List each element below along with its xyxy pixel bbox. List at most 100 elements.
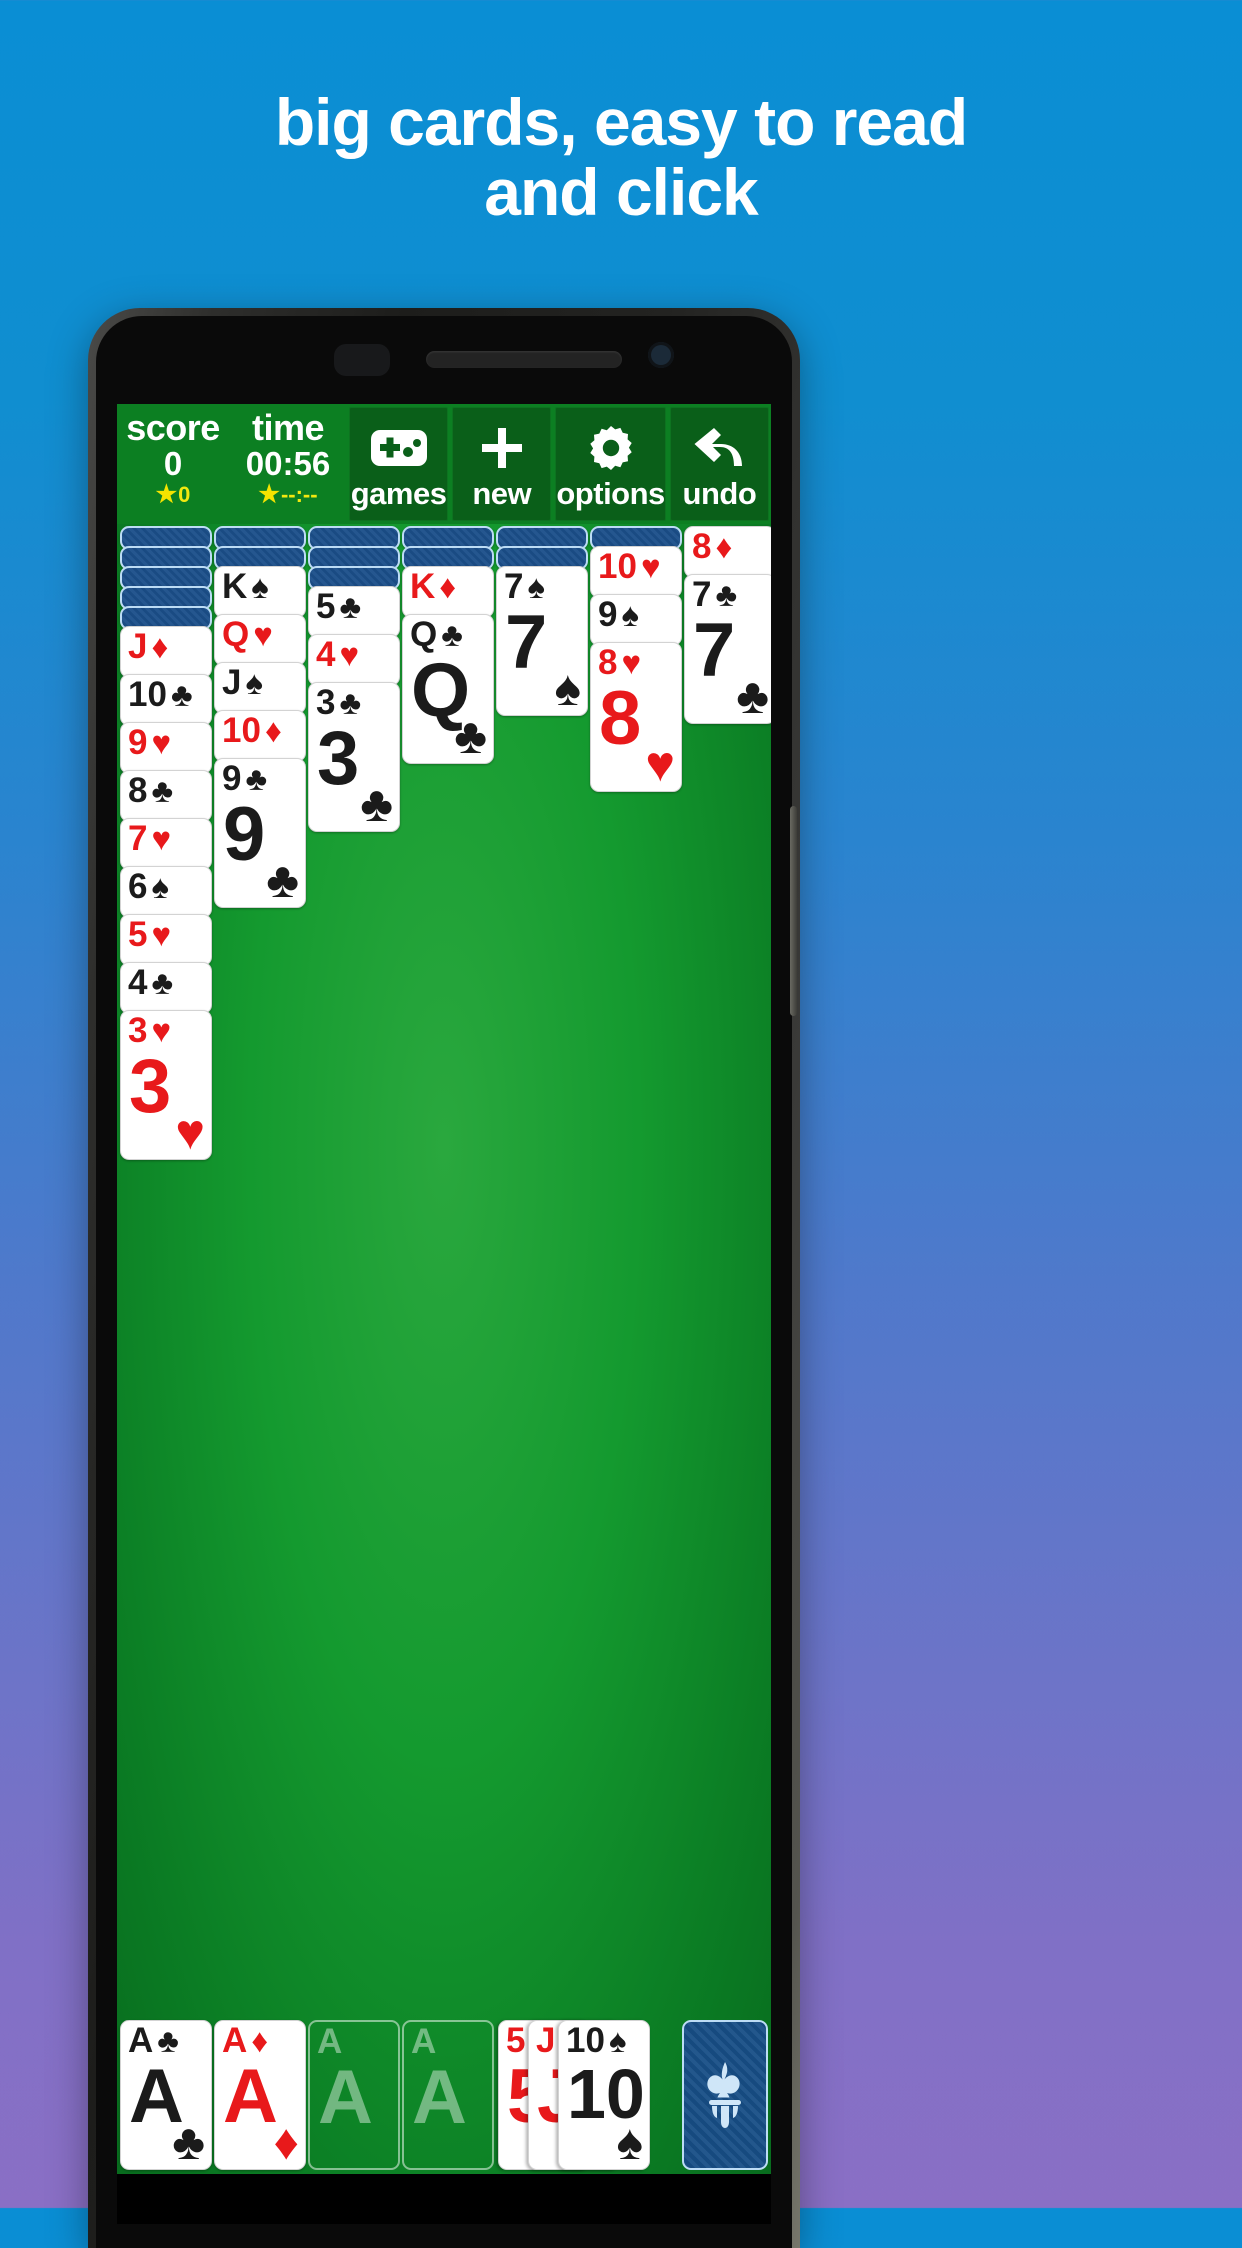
tableau-column-2[interactable]: K ♠ Q ♥ J ♠ 10 ♦ 9 ♣ 9 ♣ (214, 526, 306, 1160)
card-rank: 3 (316, 683, 336, 722)
tableau-column-6[interactable]: 10 ♥ 9 ♠ 8 ♥ 8 ♥ (590, 526, 682, 1160)
tableau-column-5[interactable]: 7 ♠ 7 ♠ (496, 526, 588, 1160)
card-large-rank: 7 (693, 608, 736, 693)
card-corner-index: 3 ♣ (316, 685, 361, 720)
new-button-label: new (472, 475, 532, 511)
card-suit-icon: ♦ (439, 568, 457, 605)
options-button[interactable]: options (555, 407, 666, 521)
tableau-column-1[interactable]: J ♦ 10 ♣ 9 ♥ 8 ♣ 7 ♥ 6 ♠ 5 ♥ 4 ♣ 3 ♥ 3 ♥ (120, 526, 212, 1160)
score-label: score (126, 407, 220, 448)
tableau-card[interactable]: 10 ♦ (214, 710, 306, 762)
tableau-card[interactable]: 3 ♣ 3 ♣ (308, 682, 400, 832)
card-suit-icon: ♥ (151, 724, 172, 761)
card-corner-index: K ♦ (410, 569, 456, 604)
time-value: 00:56 (245, 445, 331, 482)
card-rank: 8 (598, 643, 618, 682)
card-rank: Q (222, 615, 250, 654)
card-corner-index: 7 ♠ (504, 569, 545, 604)
front-camera-icon (648, 342, 674, 368)
card-large-suit-icon: ♣ (736, 668, 769, 724)
waste-pile[interactable]: 55JJ10♠10♠ (498, 2020, 674, 2170)
fleur-de-lis-icon (707, 2062, 741, 2128)
card-suit-icon: ♣ (339, 684, 362, 721)
tableau-card[interactable]: Q ♣ Q ♣ (402, 614, 494, 764)
tableau-card[interactable]: 8 ♣ (120, 770, 212, 822)
tableau-card[interactable]: 10 ♥ (590, 546, 682, 598)
tableau: J ♦ 10 ♣ 9 ♥ 8 ♣ 7 ♥ 6 ♠ 5 ♥ 4 ♣ 3 ♥ 3 ♥ K ♠ Q ♥ J ♠ 10 ♦ 9 ♣ 9 ♣ 5 ♣ 4 ♥ 3 ♣… (117, 524, 771, 1160)
card-suit-icon: ♦ (264, 712, 282, 749)
new-button[interactable]: new (452, 407, 552, 521)
card-corner-index: 7 ♥ (128, 821, 171, 856)
card-suit-icon: ♥ (621, 644, 642, 681)
undo-button[interactable]: undo (669, 407, 769, 521)
tableau-card[interactable]: 9 ♣ 9 ♣ (214, 758, 306, 908)
tableau-card[interactable]: 5 ♥ (120, 914, 212, 966)
waste-card[interactable]: 10 ♠ 10 ♠ (558, 2020, 650, 2170)
card-rank: Q (410, 615, 438, 654)
tableau-card[interactable]: 4 ♥ (308, 634, 400, 686)
tableau-column-4[interactable]: K ♦ Q ♣ Q ♣ (402, 526, 494, 1160)
game-screen: score 0 ★ 0 time 00:56 ★ --:-- games new… (117, 404, 771, 2174)
tableau-card[interactable]: 6 ♠ (120, 866, 212, 918)
card-large-suit-icon: ♣ (172, 2114, 205, 2170)
tableau-card[interactable]: 7 ♠ 7 ♠ (496, 566, 588, 716)
card-suit-icon: ♥ (151, 820, 172, 857)
card-suit-icon: ♣ (245, 760, 268, 797)
time-best-value: --:-- (280, 481, 318, 507)
score-best-value: 0 (178, 481, 191, 507)
stock-pile[interactable] (681, 2020, 768, 2170)
star-icon: ★ (258, 480, 280, 508)
card-suit-icon: ♣ (151, 964, 174, 1001)
foundation-placeholder-rank: A (318, 2055, 373, 2140)
card-corner-index: A ♦ (222, 2023, 268, 2058)
card-corner-index: J ♦ (128, 629, 168, 664)
card-corner-index: 3 ♥ (128, 1013, 171, 1048)
tableau-card[interactable]: 7 ♥ (120, 818, 212, 870)
game-toolbar: score 0 ★ 0 time 00:56 ★ --:-- games new… (117, 404, 771, 524)
foundation-slot-1[interactable]: A ♣ A ♣ (120, 2020, 212, 2170)
card-suit-icon: ♠ (151, 868, 169, 905)
tableau-card[interactable]: 10 ♣ (120, 674, 212, 726)
card-rank: 4 (316, 635, 336, 674)
card-rank: 10 (128, 675, 167, 714)
card-corner-index: 9 ♣ (222, 761, 267, 796)
tableau-card[interactable]: 5 ♣ (308, 586, 400, 638)
foundation-placeholder-index: A (317, 2022, 343, 2061)
foundation-slot-2[interactable]: A ♦ A ♦ (214, 2020, 306, 2170)
games-button[interactable]: games (349, 407, 449, 521)
tableau-card[interactable]: J ♠ (214, 662, 306, 714)
tableau-card[interactable]: 7 ♣ 7 ♣ (684, 574, 771, 724)
tableau-card[interactable]: 8 ♥ 8 ♥ (590, 642, 682, 792)
card-rank: K (410, 567, 436, 606)
card-suit-icon: ♣ (339, 588, 362, 625)
card-corner-index: 10 ♦ (222, 713, 282, 748)
card-rank: 7 (504, 567, 524, 606)
time-display: time 00:56 ★ --:-- (229, 404, 347, 524)
time-best: ★ --:-- (258, 480, 318, 508)
tableau-card[interactable]: 3 ♥ 3 ♥ (120, 1010, 212, 1160)
tableau-card[interactable]: 4 ♣ (120, 962, 212, 1014)
foundation-slot-4[interactable]: AA (402, 2020, 494, 2170)
card-rank: 9 (128, 723, 148, 762)
tableau-card[interactable]: J ♦ (120, 626, 212, 678)
tableau-card[interactable]: 9 ♠ (590, 594, 682, 646)
tableau-column-7[interactable]: 8 ♦ 7 ♣ 7 ♣ (684, 526, 771, 1160)
tableau-card[interactable]: K ♦ (402, 566, 494, 618)
time-label: time (251, 407, 325, 448)
card-large-rank: 7 (505, 600, 548, 685)
score-display: score 0 ★ 0 (117, 404, 229, 524)
card-rank: 8 (692, 527, 712, 566)
tableau-card[interactable]: Q ♥ (214, 614, 306, 666)
foundation-slot-3[interactable]: AA (308, 2020, 400, 2170)
tableau-column-3[interactable]: 5 ♣ 4 ♥ 3 ♣ 3 ♣ (308, 526, 400, 1160)
tableau-card[interactable]: 9 ♥ (120, 722, 212, 774)
card-corner-index: 10 ♠ (566, 2023, 626, 2058)
score-best: ★ 0 (156, 481, 191, 507)
card-rank: J (222, 663, 242, 702)
card-corner-index: 5 ♥ (128, 917, 171, 952)
tableau-card[interactable]: K ♠ (214, 566, 306, 618)
tableau-card[interactable]: 8 ♦ (684, 526, 771, 578)
card-large-suit-icon: ♥ (645, 736, 675, 792)
power-button[interactable] (790, 806, 797, 1016)
card-suit-icon: ♦ (251, 2022, 269, 2059)
